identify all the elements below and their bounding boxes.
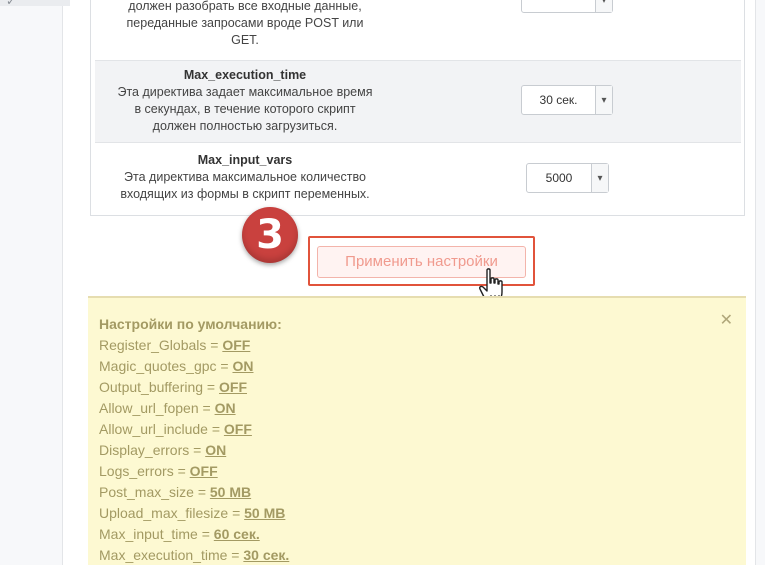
description-line: Эта директива максимальное количество bbox=[124, 170, 366, 184]
default-value: 50 MB bbox=[244, 505, 286, 521]
default-key: Register_Globals = bbox=[99, 337, 223, 353]
setting-row-max-execution-time: Max_execution_time Эта директива задает … bbox=[95, 60, 741, 143]
default-item: Display_errors = ON bbox=[99, 440, 736, 461]
chevron-down-icon: ▾ bbox=[591, 164, 608, 192]
description-line: в секундах, в течение которого скрипт bbox=[134, 102, 356, 116]
default-key: Allow_url_include = bbox=[99, 421, 224, 437]
default-value: ON bbox=[205, 442, 227, 458]
description-line: Эта директива задает максимальное время bbox=[117, 85, 373, 99]
default-item: Magic_quotes_gpc = ON bbox=[99, 356, 736, 377]
default-key: Output_buffering = bbox=[99, 379, 219, 395]
php-settings-panel: должен разобрать все входные данные, пер… bbox=[90, 0, 745, 216]
default-item: Register_Globals = OFF bbox=[99, 335, 736, 356]
default-key: Upload_max_filesize = bbox=[99, 505, 245, 521]
default-item: Logs_errors = OFF bbox=[99, 461, 736, 482]
setting-select-partial[interactable]: ▾ bbox=[521, 0, 613, 13]
select-value: 5000 bbox=[545, 171, 573, 185]
default-key: Magic_quotes_gpc = bbox=[99, 358, 233, 374]
default-item: Upload_max_filesize = 50 MB bbox=[99, 503, 736, 524]
default-value: OFF bbox=[222, 337, 251, 353]
chevron-down-icon: ▾ bbox=[595, 86, 612, 114]
setting-title: Max_execution_time bbox=[183, 68, 307, 82]
setting-text: Max_execution_time Эта директива задает … bbox=[95, 67, 395, 135]
setting-text: Max_input_vars Эта директива максимально… bbox=[95, 152, 395, 203]
default-value: 50 MB bbox=[209, 484, 252, 500]
top-toolbar-fragment: ✓ bbox=[0, 0, 70, 8]
description-line: должен разобрать все входные данные, bbox=[128, 0, 362, 13]
default-item: Allow_url_fopen = ON bbox=[99, 398, 736, 419]
description-line: GET. bbox=[231, 33, 259, 47]
default-settings-alert: ✕ Настройки по умолчанию: Register_Globa… bbox=[88, 296, 746, 565]
default-key: Post_max_size = bbox=[99, 484, 210, 500]
default-key: Logs_errors = bbox=[99, 463, 190, 479]
default-item: Allow_url_include = OFF bbox=[99, 419, 736, 440]
default-value: ON bbox=[214, 400, 236, 416]
default-value: 60 сек. bbox=[213, 526, 260, 542]
setting-row-max-input-vars: Max_input_vars Эта директива максимально… bbox=[95, 146, 741, 212]
default-key: Max_input_time = bbox=[99, 526, 214, 542]
step-number-badge: 3 bbox=[242, 207, 298, 263]
default-value: 30 сек. bbox=[243, 547, 290, 563]
default-key: Display_errors = bbox=[99, 442, 206, 458]
left-gutter bbox=[0, 0, 63, 565]
setting-description: должен разобрать все входные данные, пер… bbox=[95, 0, 395, 49]
check-icon: ✓ bbox=[6, 0, 17, 8]
description-line: входящих из формы в скрипт переменных. bbox=[120, 187, 370, 201]
default-value: OFF bbox=[219, 379, 247, 395]
setting-title: Max_input_vars bbox=[197, 153, 293, 167]
default-item: Post_max_size = 50 MB bbox=[99, 482, 736, 503]
default-item: Output_buffering = OFF bbox=[99, 377, 736, 398]
max-input-vars-select[interactable]: 5000 ▾ bbox=[526, 163, 609, 193]
setting-row-partial: должен разобрать все входные данные, пер… bbox=[95, 0, 741, 54]
default-value: ON bbox=[232, 358, 254, 374]
select-value: 30 сек. bbox=[539, 93, 578, 107]
default-item: Max_input_time = 60 сек. bbox=[99, 524, 736, 545]
max-execution-time-select[interactable]: 30 сек. ▾ bbox=[521, 85, 613, 115]
default-item: Max_execution_time = 30 сек. bbox=[99, 545, 736, 565]
description-line: должен полностью загрузиться. bbox=[152, 119, 338, 133]
default-key: Max_execution_time = bbox=[99, 547, 244, 563]
chevron-down-icon: ▾ bbox=[595, 0, 612, 12]
default-value: OFF bbox=[223, 421, 252, 437]
close-icon[interactable]: ✕ bbox=[720, 310, 733, 329]
default-value: OFF bbox=[189, 463, 218, 479]
description-line: переданные запросами вроде POST или bbox=[126, 16, 364, 30]
right-scrollbar-track[interactable] bbox=[755, 0, 765, 565]
defaults-heading: Настройки по умолчанию: bbox=[99, 316, 282, 332]
default-key: Allow_url_fopen = bbox=[99, 400, 215, 416]
